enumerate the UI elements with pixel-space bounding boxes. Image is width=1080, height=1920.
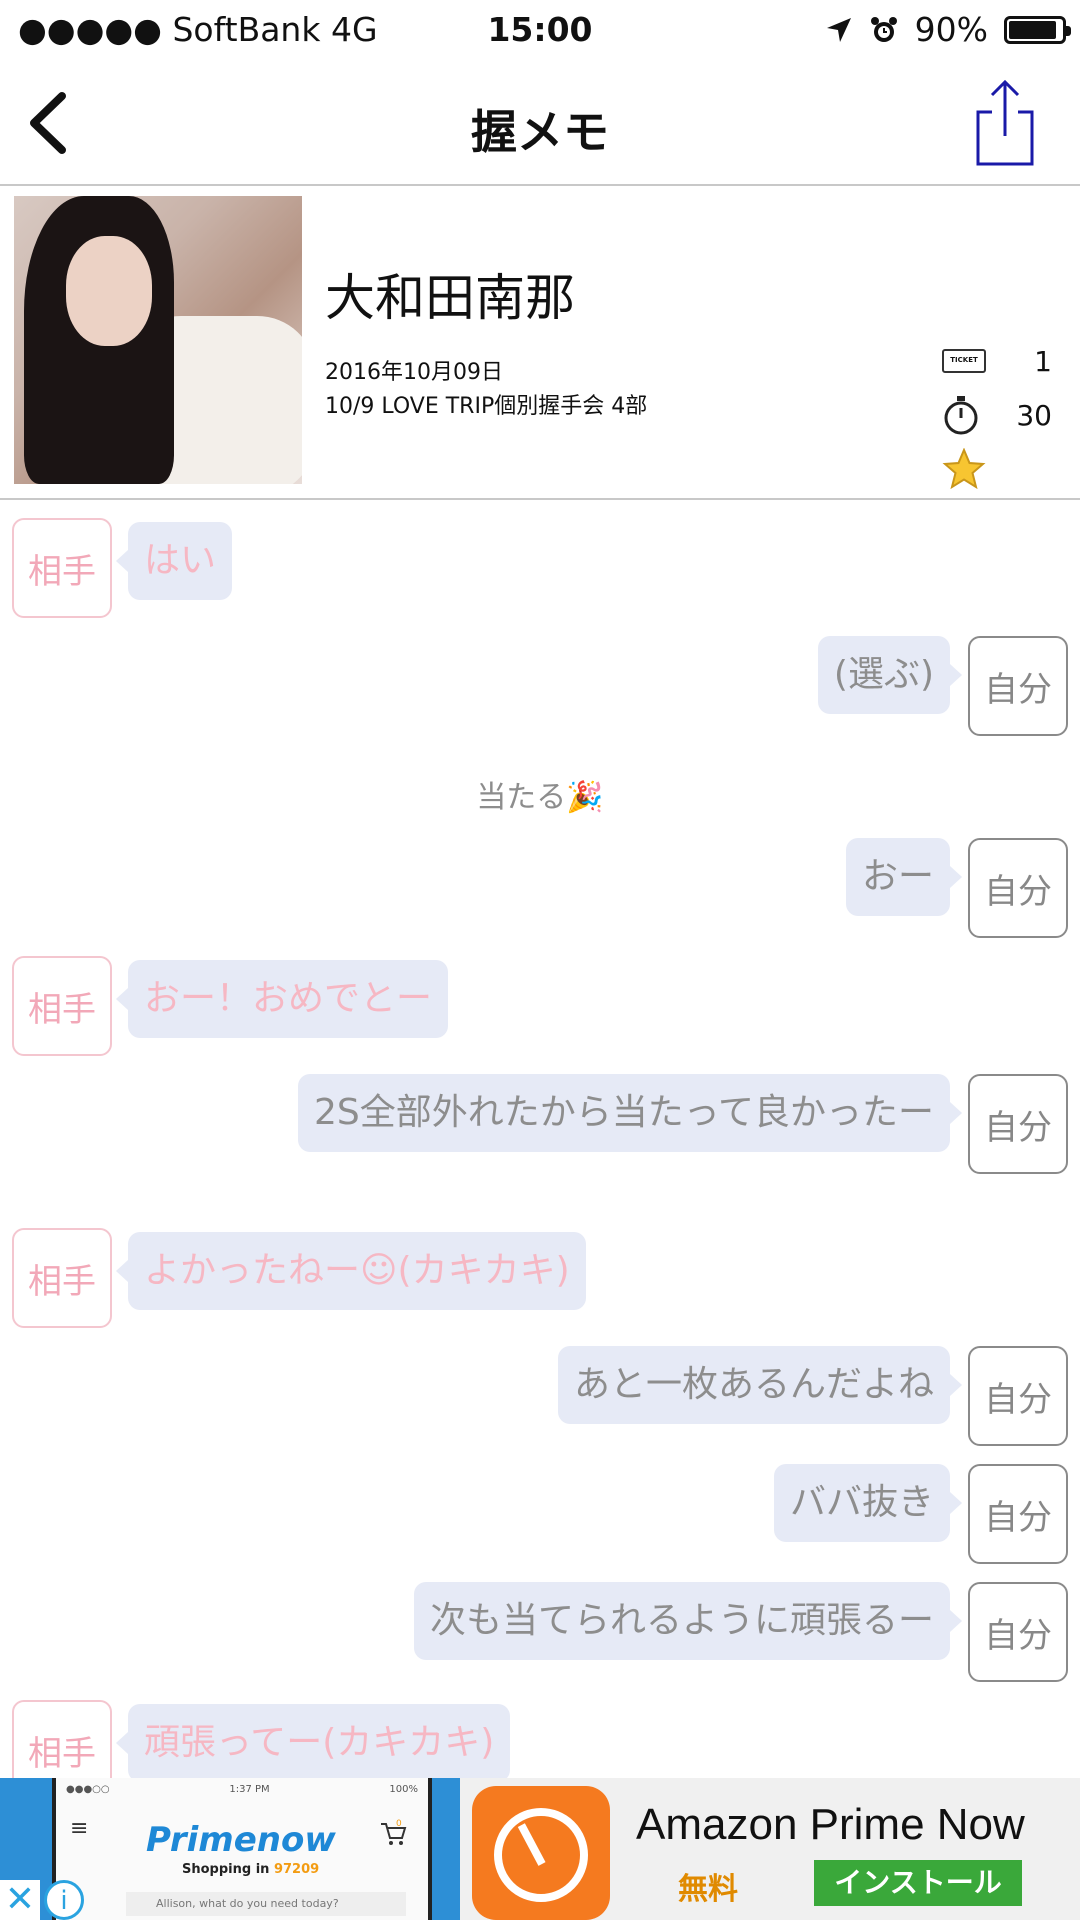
message-bubble: おー — [845, 838, 963, 916]
star-icon[interactable] — [942, 448, 986, 490]
ad-phone-time: 1:37 PM — [229, 1784, 270, 1795]
message-bubble: よかったねー☺(カキカキ) — [116, 1232, 586, 1310]
self-avatar: 自分 — [968, 1346, 1068, 1446]
battery-percent: 90% — [914, 10, 988, 49]
event-name: 10/9 LOVE TRIP個別握手会 4部 — [325, 394, 648, 419]
message-bubble: あと一枚あるんだよね — [557, 1346, 963, 1424]
self-avatar: 自分 — [968, 1464, 1068, 1564]
ticket-count: 1 — [1034, 344, 1052, 378]
other-avatar: 相手 — [12, 956, 112, 1056]
other-avatar: 相手 — [12, 1228, 112, 1328]
navigation-bar: 握メモ — [0, 58, 1080, 186]
time-stat: 30 — [942, 388, 1052, 442]
ad-phone-battery: 100% — [389, 1784, 418, 1795]
page-title: 握メモ — [471, 105, 609, 159]
chat-log[interactable]: 相手 はい (選ぶ) 自分 当たる🎉 おー 自分 相手 おー！おめでとー 2S全… — [0, 502, 1080, 1778]
other-avatar: 相手 — [12, 518, 112, 618]
location-arrow-icon — [826, 17, 851, 42]
ticket-icon: TICKET — [942, 349, 986, 373]
event-date: 2016年10月09日 — [325, 360, 503, 385]
ticket-stat: TICKET 1 — [942, 334, 1052, 388]
app-icon[interactable] — [472, 1786, 610, 1920]
center-message: 当たる🎉 — [476, 780, 604, 815]
ad-banner[interactable]: ●●●○○ 1:37 PM 100% ≡ Primenow 0 Shopping i… — [0, 1778, 1080, 1920]
other-avatar: 相手 — [12, 1700, 112, 1778]
stopwatch-icon — [944, 396, 978, 435]
share-icon[interactable] — [970, 78, 1040, 168]
ad-brand: Primenow — [146, 1820, 336, 1860]
message-bubble: はい — [115, 522, 233, 600]
self-avatar: 自分 — [968, 1582, 1068, 1682]
self-avatar: 自分 — [968, 1074, 1068, 1174]
message-bubble: ババ抜き — [773, 1464, 963, 1542]
message-bubble: 頑張ってー(カキカキ) — [115, 1704, 511, 1778]
rating-stat — [942, 442, 1052, 496]
status-right: 90% — [825, 10, 1071, 49]
seconds-count: 30 — [1016, 398, 1052, 432]
member-name: 大和田南那 — [325, 269, 575, 327]
battery-icon — [1004, 15, 1071, 44]
ad-search-field: Allison, what do you need today? — [126, 1892, 406, 1916]
self-avatar: 自分 — [968, 636, 1068, 736]
message-bubble: 次も当てられるように頑張るー — [413, 1582, 963, 1660]
self-avatar: 自分 — [968, 838, 1068, 938]
status-bar: ●●●●● SoftBank 4G 15:00 90% — [0, 0, 1080, 58]
ad-phone-mockup: ●●●○○ 1:37 PM 100% ≡ Primenow 0 Shopping i… — [52, 1778, 432, 1920]
battery-level — [1009, 20, 1056, 39]
profile-header: 大和田南那 2016年10月09日 10/9 LOVE TRIP個別握手会 4部… — [0, 186, 1080, 500]
cart-count: 0 — [396, 1819, 402, 1829]
message-bubble: おー！おめでとー — [115, 960, 449, 1038]
ad-title[interactable]: Amazon Prime Now — [636, 1800, 1025, 1850]
install-button[interactable]: インストール — [814, 1860, 1022, 1906]
profile-photo — [14, 196, 302, 484]
menu-icon: ≡ — [70, 1816, 89, 1841]
info-icon[interactable]: i — [44, 1880, 84, 1920]
cart-icon: 0 — [381, 1819, 407, 1845]
ad-shipping: Shopping in 97209 — [182, 1862, 320, 1877]
alarm-clock-icon — [870, 16, 897, 42]
ad-price: 無料 — [678, 1872, 738, 1907]
message-bubble: 2S全部外れたから当たって良かったー — [298, 1074, 962, 1152]
close-icon[interactable]: ✕ — [0, 1880, 40, 1920]
stats: TICKET 1 30 — [942, 334, 1052, 496]
message-bubble: (選ぶ) — [817, 636, 963, 714]
